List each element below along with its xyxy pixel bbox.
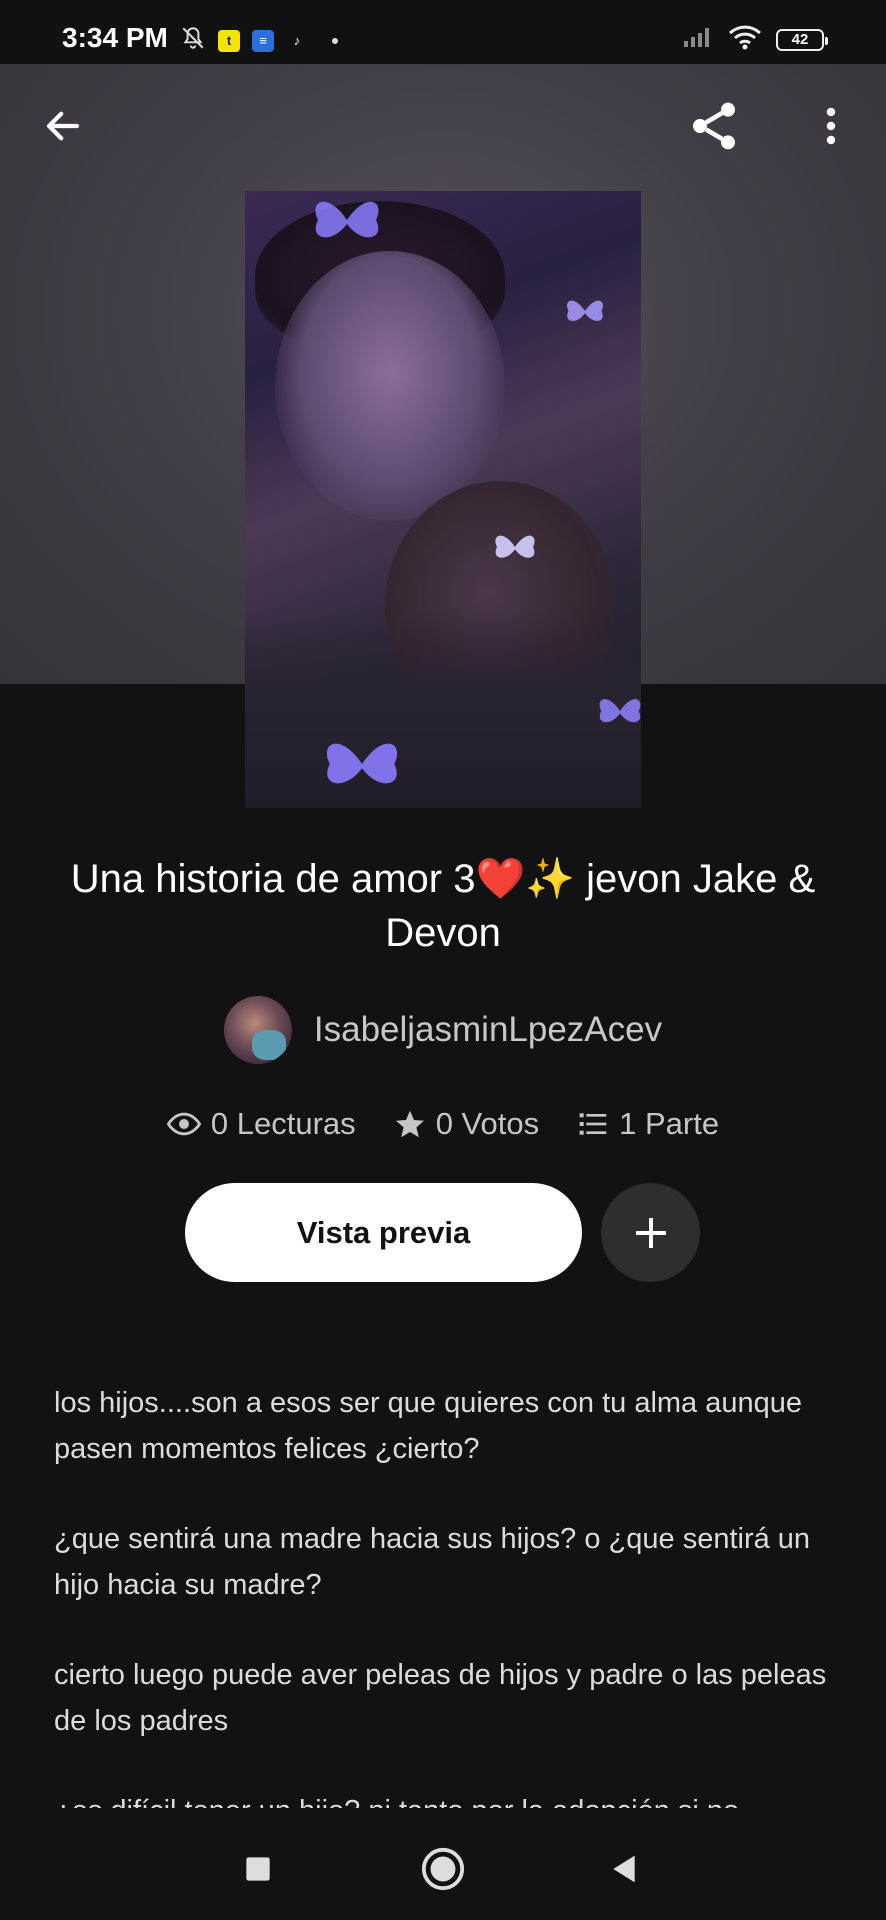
more-options-button[interactable] <box>801 96 861 156</box>
butterfly-icon <box>599 699 641 723</box>
recents-button[interactable] <box>233 1844 283 1894</box>
more-vertical-icon <box>826 107 836 145</box>
list-icon <box>579 1113 607 1135</box>
author-row[interactable]: IsabeljasminLpezAcev <box>0 996 886 1064</box>
description-paragraph: ¿que sentirá una madre hacia sus hijos? … <box>54 1523 811 1601</box>
author-name[interactable]: IsabeljasminLpezAcev <box>314 1010 662 1050</box>
author-avatar[interactable] <box>223 996 292 1064</box>
votes-stat: 0 Votos <box>394 1106 539 1142</box>
cover-figure-face-1 <box>275 251 505 521</box>
status-right-icons: 42 <box>682 24 828 55</box>
status-time: 3:34 PM <box>62 22 168 53</box>
butterfly-icon <box>495 535 535 558</box>
description-paragraph: los hijos....son a esos ser que quieres … <box>54 1387 803 1465</box>
back-button[interactable] <box>33 96 93 156</box>
message-icon: ≡ <box>252 29 274 52</box>
battery-icon: 42 <box>776 28 828 51</box>
story-cover-image[interactable] <box>245 191 641 808</box>
parts-stat: 1 Parte <box>577 1106 719 1142</box>
more-notifications-dot <box>332 37 338 44</box>
plus-icon <box>635 1217 666 1248</box>
star-icon <box>395 1110 424 1138</box>
eye-icon <box>166 1112 201 1136</box>
status-left-icons: t ≡ ♪ <box>180 25 338 56</box>
parts-count: 1 Parte <box>619 1106 720 1141</box>
cover-figure-bodies <box>245 611 641 808</box>
story-stats: 0 Lecturas 0 Votos 1 Parte <box>0 1106 886 1142</box>
home-button[interactable] <box>418 1844 468 1894</box>
signal-icon <box>682 25 714 54</box>
tiktok-icon: ♪ <box>286 29 308 52</box>
wifi-icon <box>728 24 762 55</box>
add-to-library-button[interactable] <box>601 1183 700 1282</box>
story-title: Una historia de amor 3❤️✨ jevon Jake & D… <box>70 857 816 955</box>
butterfly-icon <box>567 300 603 321</box>
preview-button[interactable]: Vista previa <box>185 1183 582 1282</box>
circle-home-icon <box>421 1847 465 1891</box>
system-nav-bar <box>0 1810 886 1920</box>
triangle-back-icon <box>613 1855 635 1883</box>
share-button[interactable] <box>684 96 744 156</box>
share-icon <box>693 102 735 150</box>
butterfly-icon <box>315 201 379 238</box>
app-notification-icon: t <box>218 29 240 52</box>
votes-count: 0 Votos <box>435 1106 540 1141</box>
description-paragraph: cierto luego puede aver peleas de hijos … <box>54 1659 827 1737</box>
square-icon <box>246 1857 270 1881</box>
reads-stat: 0 Lecturas <box>166 1106 356 1142</box>
arrow-left-icon <box>46 111 80 141</box>
reads-count: 0 Lecturas <box>210 1106 356 1141</box>
description-paragraph: ¿es difícil tener un hijo? ni tanto por … <box>54 1788 844 1808</box>
story-description: los hijos....son a esos ser que quieres … <box>54 1380 844 1808</box>
back-nav-button[interactable] <box>599 1844 649 1894</box>
butterfly-icon <box>326 743 398 784</box>
mute-bell-icon <box>180 25 206 56</box>
status-bar: 3:34 PM t ≡ ♪ 42 <box>0 0 886 64</box>
